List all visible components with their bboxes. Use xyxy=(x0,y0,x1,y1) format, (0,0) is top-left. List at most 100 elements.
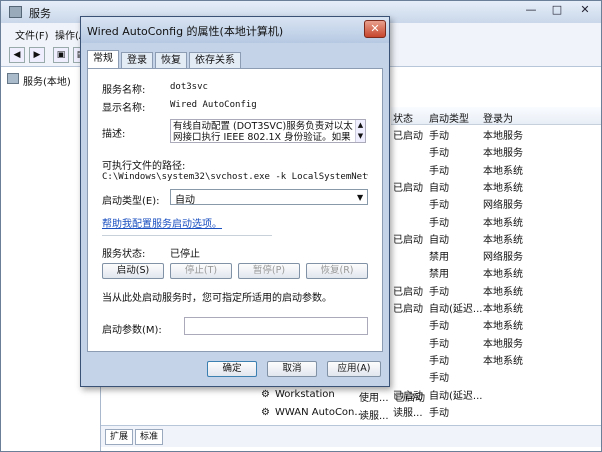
cell-logon: 本地系统 xyxy=(483,217,523,229)
start-params-hint: 当从此处启动服务时，您可指定所适用的启动参数。 xyxy=(102,293,332,304)
cell-startup: 手动 xyxy=(429,338,449,350)
services-app-icon xyxy=(9,6,22,18)
cell-status: 已启动 xyxy=(393,286,423,298)
main-close-button[interactable]: ✕ xyxy=(573,2,597,18)
table-row[interactable]: 手动 本地服务 xyxy=(391,333,601,350)
cell-startup: 手动 xyxy=(429,355,449,367)
general-panel: 服务名称: dot3svc 显示名称: Wired AutoConfig 描述:… xyxy=(87,68,383,352)
cell-status: 已启动 xyxy=(393,131,423,142)
table-row[interactable]: 手动 xyxy=(391,367,601,384)
apply-button[interactable]: 应用(A) xyxy=(327,361,381,377)
cell-logon: 本地系统 xyxy=(483,269,523,281)
gear-icon: ⚙ xyxy=(261,389,270,400)
service-name: WWAN AutoCon... xyxy=(275,407,364,418)
table-row[interactable]: ⚙ Workstation 使用... 已启动 xyxy=(261,389,602,406)
display-name-label: 显示名称: xyxy=(102,103,146,114)
column-startup-type[interactable]: 启动类型 xyxy=(429,110,469,125)
start-button[interactable]: 启动(S) xyxy=(102,263,164,279)
tab-recovery[interactable]: 恢复 xyxy=(155,52,187,69)
dialog-tabs: 常规 登录 恢复 依存关系 xyxy=(87,50,383,69)
cell-logon: 网络服务 xyxy=(483,200,523,212)
table-row[interactable]: 手动 本地系统 xyxy=(391,350,601,367)
gear-icon xyxy=(7,73,19,84)
column-logon-as[interactable]: 登录为 xyxy=(483,110,513,125)
properties-dialog: Wired AutoConfig 的属性(本地计算机) ✕ 常规 登录 恢复 依… xyxy=(80,16,390,387)
table-row[interactable]: 禁用 网络服务 xyxy=(391,246,601,263)
display-name-value: Wired AutoConfig xyxy=(170,100,257,110)
help-link[interactable]: 帮助我配置服务启动选项。 xyxy=(102,215,222,230)
cell-logon: 本地服务 xyxy=(483,148,523,160)
tab-general[interactable]: 常规 xyxy=(87,50,119,69)
service-description: 读服... xyxy=(359,411,389,422)
cell-startup: 手动 xyxy=(429,165,449,177)
service-name-value: dot3svc xyxy=(170,82,208,92)
cell-logon: 本地系统 xyxy=(483,286,523,298)
cell-startup: 手动 xyxy=(429,286,449,298)
table-row[interactable]: 禁用 本地系统 xyxy=(391,263,601,280)
cell-startup: 禁用 xyxy=(429,269,449,281)
description-text: 有线自动配置 (DOT3SVC)服务负责对以太网接口执行 IEEE 802.1X… xyxy=(173,121,353,143)
tab-dependencies[interactable]: 依存关系 xyxy=(189,52,241,69)
dialog-title-bar[interactable]: Wired AutoConfig 的属性(本地计算机) xyxy=(81,17,389,43)
service-description: 使用... xyxy=(359,393,389,404)
table-row[interactable]: 手动 本地系统 xyxy=(391,160,601,177)
table-row[interactable]: 手动 本地系统 xyxy=(391,212,601,229)
cancel-button[interactable]: 取消 xyxy=(267,361,317,377)
start-params-input[interactable] xyxy=(184,317,368,335)
cell-logon: 本地系统 xyxy=(483,165,523,177)
pause-button[interactable]: 暂停(P) xyxy=(238,263,300,279)
cell-status: 已启动 xyxy=(393,234,423,246)
menu-file[interactable]: 文件(F) xyxy=(15,27,49,42)
cell-logon: 本地服务 xyxy=(483,338,523,350)
chevron-down-icon: ▼ xyxy=(357,193,364,202)
minimize-button[interactable]: — xyxy=(519,2,543,18)
cell-startup: 禁用 xyxy=(429,252,449,264)
forward-arrow-icon[interactable]: ▶ xyxy=(29,47,45,63)
cell-startup: 自动(延迟... xyxy=(429,304,483,315)
resume-button[interactable]: 恢复(R) xyxy=(306,263,368,279)
cell-startup: 自动 xyxy=(429,182,449,194)
gear-icon: ⚙ xyxy=(261,407,270,418)
startup-type-select[interactable]: 自动 ▼ xyxy=(170,189,368,206)
cell-startup: 手动 xyxy=(429,217,449,229)
cell-startup: 手动 xyxy=(429,148,449,160)
view-tabs: 扩展 标准 xyxy=(101,425,601,447)
table-row[interactable]: 手动 网络服务 xyxy=(391,194,601,211)
stop-button[interactable]: 停止(T) xyxy=(170,263,232,279)
main-window-title: 服务 xyxy=(29,7,51,20)
column-status[interactable]: 状态 xyxy=(393,110,413,125)
cell-startup: 手动 xyxy=(429,373,449,385)
table-row[interactable]: 已启动 自动(延迟... 本地系统 xyxy=(391,298,601,315)
cell-logon: 本地服务 xyxy=(483,131,523,142)
cell-status: 已启动 xyxy=(393,182,423,194)
maximize-button[interactable]: □ xyxy=(545,2,569,18)
tab-standard[interactable]: 标准 xyxy=(135,429,164,445)
service-status-label: 服务状态: xyxy=(102,249,146,260)
exe-path-value: C:\Windows\system32\svchost.exe -k Local… xyxy=(102,172,368,182)
table-row[interactable]: 已启动 手动 本地服务 xyxy=(391,125,601,142)
table-row[interactable]: 已启动 手动 本地系统 xyxy=(391,281,601,298)
table-row[interactable]: ⚙ WWAN AutoCon... 读服... xyxy=(261,407,602,424)
description-label: 描述: xyxy=(102,129,126,140)
ok-button[interactable]: 确定 xyxy=(207,361,257,377)
table-row[interactable]: 已启动 自动 本地系统 xyxy=(391,229,601,246)
cell-status: 已启动 xyxy=(393,304,423,315)
start-params-label: 启动参数(M): xyxy=(102,325,162,336)
description-box[interactable]: 有线自动配置 (DOT3SVC)服务负责对以太网接口执行 IEEE 802.1X… xyxy=(170,119,366,143)
back-arrow-icon[interactable]: ◀ xyxy=(9,47,25,63)
console-tree-icon[interactable]: ▣ xyxy=(53,47,69,63)
dialog-close-button[interactable]: ✕ xyxy=(364,20,386,38)
table-row[interactable]: 手动 本地系统 xyxy=(391,315,601,332)
service-name-label: 服务名称: xyxy=(102,85,146,96)
scrollbar[interactable]: ▲ ▼ xyxy=(355,120,365,142)
cell-logon: 本地系统 xyxy=(483,321,523,333)
service-name: Workstation xyxy=(275,389,335,400)
table-row[interactable]: 已启动 自动 本地系统 xyxy=(391,177,601,194)
tree-node-local-services[interactable]: 服务(本地) xyxy=(23,73,71,88)
exe-path-label: 可执行文件的路径: xyxy=(102,161,186,172)
tab-logon[interactable]: 登录 xyxy=(121,52,153,69)
table-row[interactable]: 手动 本地服务 xyxy=(391,142,601,159)
tab-extended[interactable]: 扩展 xyxy=(105,429,134,445)
cell-logon: 本地系统 xyxy=(483,182,523,194)
cell-startup: 手动 xyxy=(429,131,449,142)
